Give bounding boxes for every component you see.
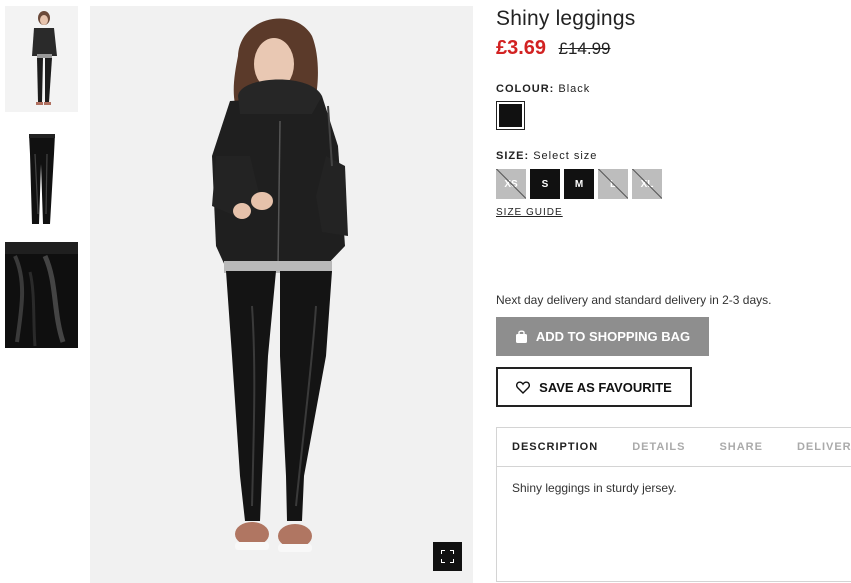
thumbnail-leggings[interactable]: [5, 124, 78, 230]
sale-price: £3.69: [496, 37, 547, 59]
tab-details[interactable]: DETAILS: [632, 441, 685, 453]
original-price: £14.99: [558, 39, 611, 58]
thumbnail-gallery: [5, 6, 78, 360]
colour-selector: COLOUR: Black: [496, 83, 851, 130]
tab-delivery[interactable]: DELIVERY: [797, 441, 851, 453]
tab-share[interactable]: SHARE: [719, 441, 763, 453]
size-selector: SIZE: Select size XS S M L XL SIZE GUIDE: [496, 150, 851, 218]
size-prompt: Select size: [533, 150, 598, 162]
tab-description[interactable]: DESCRIPTION: [512, 441, 598, 453]
size-option-xl[interactable]: XL: [632, 169, 662, 199]
size-option-l[interactable]: L: [598, 169, 628, 199]
fabric-detail-thumbnail-image: [5, 242, 78, 348]
colour-label: COLOUR:: [496, 83, 555, 95]
colour-swatch-black[interactable]: [496, 101, 525, 130]
product-tabs-panel: DESCRIPTION DETAILS SHARE DELIVERY Shiny le…: [496, 427, 851, 582]
add-to-bag-label: ADD TO SHOPPING BAG: [535, 329, 691, 344]
colour-value: Black: [558, 83, 591, 95]
swatch-fill: [499, 104, 522, 127]
heart-icon: [516, 380, 531, 394]
leggings-thumbnail-image: [5, 124, 78, 230]
product-title: Shiny leggings: [496, 7, 636, 30]
tab-bar: DESCRIPTION DETAILS SHARE DELIVERY: [497, 428, 851, 467]
price-row: £3.69 £14.99: [496, 37, 851, 61]
model-wearing-leggings-photo: [90, 6, 473, 583]
fullscreen-button[interactable]: [433, 542, 462, 571]
model-thumbnail-image: [5, 6, 78, 112]
size-option-s[interactable]: S: [530, 169, 560, 199]
size-option-xs[interactable]: XS: [496, 169, 526, 199]
size-option-m[interactable]: M: [564, 169, 594, 199]
save-favourite-button[interactable]: SAVE AS FAVOURITE: [496, 367, 692, 407]
size-options: XS S M L XL: [496, 169, 851, 199]
size-label: SIZE:: [496, 150, 530, 162]
thumbnail-model[interactable]: [5, 6, 78, 112]
add-to-bag-button[interactable]: ADD TO SHOPPING BAG: [496, 317, 709, 356]
shopping-bag-icon: [515, 330, 527, 343]
product-info-panel: Shiny leggings £3.69 £14.99 COLOUR: Blac…: [496, 6, 851, 582]
main-product-image[interactable]: [90, 6, 473, 583]
description-content: Shiny leggings in sturdy jersey.: [512, 481, 677, 495]
size-guide-link[interactable]: SIZE GUIDE: [496, 207, 563, 218]
fullscreen-icon: [441, 550, 454, 563]
thumbnail-detail[interactable]: [5, 242, 78, 348]
delivery-note: Next day delivery and standard delivery …: [496, 293, 772, 307]
save-favourite-label: SAVE AS FAVOURITE: [539, 379, 672, 395]
